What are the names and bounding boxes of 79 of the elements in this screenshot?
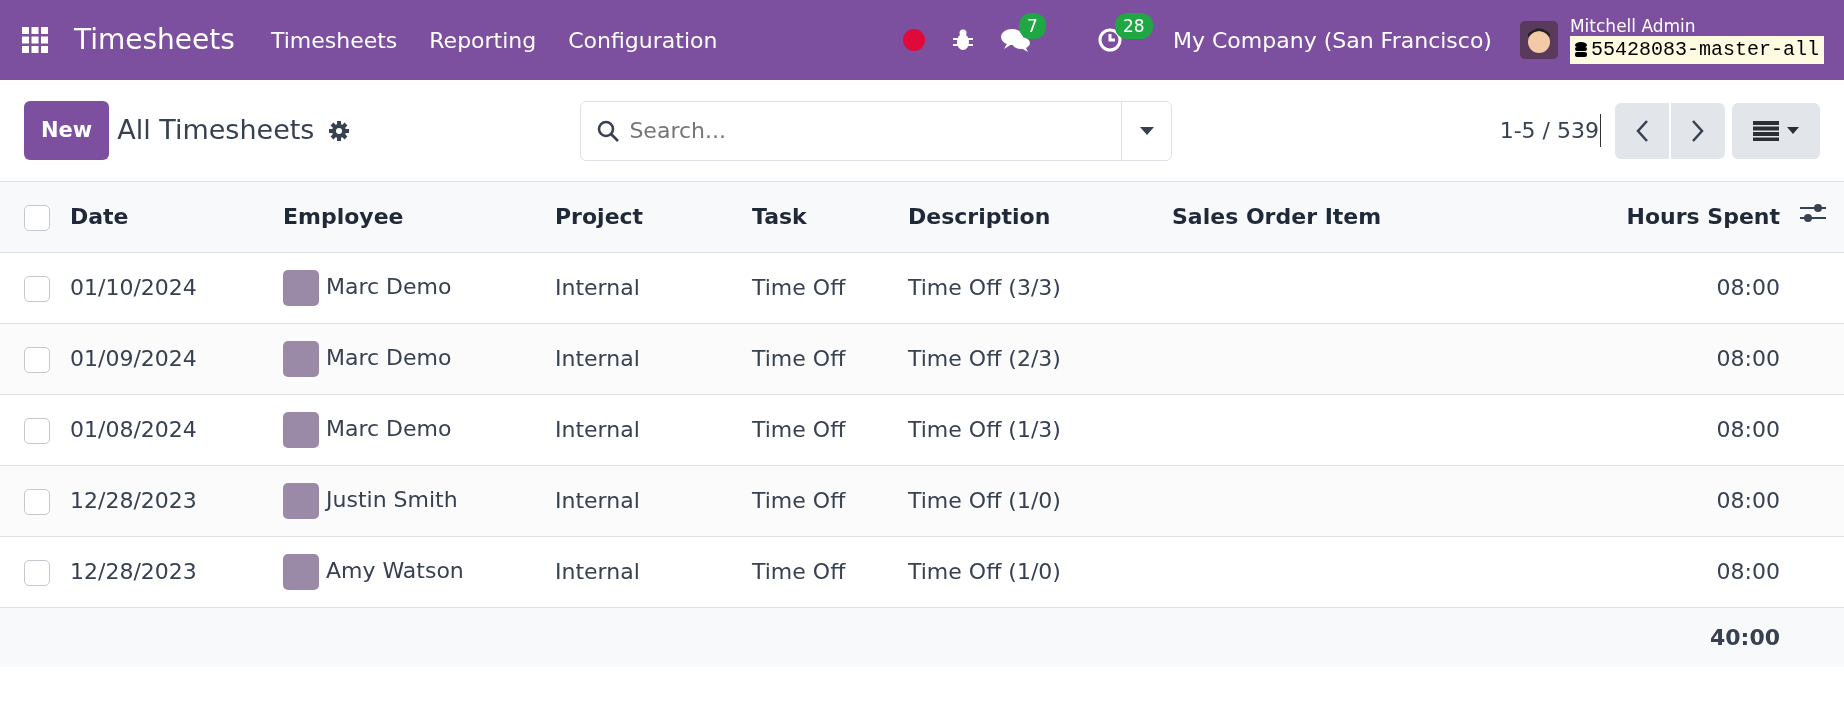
search-bar[interactable]: Search...: [580, 100, 1173, 161]
pager-value[interactable]: 1-5 / 539: [1499, 114, 1601, 147]
table-cell: 12/28/2023: [70, 559, 197, 584]
table-cell: 08:00: [1716, 488, 1780, 513]
bug-icon[interactable]: [953, 29, 973, 51]
menu-item[interactable]: Configuration: [568, 23, 718, 57]
checkbox[interactable]: [24, 205, 50, 232]
database-name: 55428083-master-all: [1569, 36, 1824, 64]
photo-placeholder: [283, 482, 319, 519]
checkbox[interactable]: [24, 276, 50, 302]
table-cell: 01/10/2024: [70, 275, 197, 300]
table-cell: 08:00: [1716, 346, 1780, 371]
next-button[interactable]: [1671, 102, 1725, 159]
table-cell: Time Off (1/3): [908, 417, 1061, 442]
table-cell: Internal: [555, 417, 640, 442]
employee-name: Marc Demo: [326, 344, 452, 370]
column-header[interactable]: Sales Order Item: [1162, 182, 1520, 252]
column-header[interactable]: Date: [60, 182, 273, 252]
table-cell: Internal: [555, 559, 640, 584]
table-cell: 08:00: [1716, 559, 1780, 584]
table-cell: Time Off: [752, 417, 846, 442]
list-view-icon: [1753, 120, 1779, 141]
view-switcher-button[interactable]: [1732, 102, 1820, 159]
count-badge: 28: [1115, 13, 1153, 39]
column-header[interactable]: Hours Spent: [1519, 182, 1790, 252]
table-cell: Time Off (1/0): [908, 488, 1061, 513]
table-cell: 01/09/2024: [70, 346, 197, 371]
photo-placeholder: [283, 340, 319, 377]
table-cell: Internal: [555, 275, 640, 300]
new-button[interactable]: New: [24, 100, 110, 161]
table-cell: Time Off (1/0): [908, 559, 1061, 584]
employee-name: Marc Demo: [326, 273, 452, 299]
table-cell: Time Off: [752, 346, 846, 371]
settings-icon[interactable]: [328, 119, 351, 142]
chevron-left-icon: [1635, 118, 1649, 143]
total-hours: 40:00: [1709, 624, 1780, 650]
chevron-right-icon: [1691, 118, 1705, 143]
table-cell: Time Off (2/3): [908, 346, 1061, 371]
app-name[interactable]: Timesheets: [74, 19, 235, 61]
table-cell: Time Off: [752, 488, 846, 513]
menu-item[interactable]: Timesheets: [270, 23, 398, 57]
database-icon: [1574, 42, 1587, 58]
employee-name: Amy Watson: [326, 557, 464, 583]
photo-placeholder: [283, 553, 319, 590]
employee-name: Justin Smith: [326, 486, 458, 512]
table-cell: 08:00: [1716, 275, 1780, 300]
table-cell: Time Off: [752, 559, 846, 584]
company-name[interactable]: My Company (San Francisco): [1173, 23, 1492, 57]
optional-columns-icon[interactable]: [1800, 202, 1826, 225]
column-header[interactable]: Description: [898, 182, 1162, 252]
column-header[interactable]: Task: [742, 182, 898, 252]
caret-icon: [1787, 127, 1799, 134]
search-icon: [597, 119, 620, 142]
clock-icon[interactable]: [1097, 27, 1123, 53]
column-header[interactable]: Employee: [273, 182, 545, 252]
user-name[interactable]: Mitchell Admin: [1569, 16, 1824, 36]
table-cell: 08:00: [1716, 417, 1780, 442]
checkbox[interactable]: [24, 418, 50, 444]
table-cell: Internal: [555, 488, 640, 513]
checkbox[interactable]: [24, 489, 50, 515]
table-cell: Time Off (3/3): [908, 275, 1061, 300]
search-field[interactable]: Search...: [619, 113, 1122, 148]
record-dot-icon[interactable]: [903, 29, 925, 51]
table-cell: Internal: [555, 346, 640, 371]
photo-placeholder: [283, 411, 319, 448]
checkbox[interactable]: [24, 347, 50, 373]
table-cell: 01/08/2024: [70, 417, 197, 442]
count-badge: 7: [1019, 13, 1046, 39]
table-cell: 12/28/2023: [70, 488, 197, 513]
user-avatar[interactable]: [1519, 21, 1558, 59]
menu-item[interactable]: Reporting: [429, 23, 537, 57]
page-title: All Timesheets: [117, 113, 315, 148]
previous-button[interactable]: [1615, 102, 1669, 159]
column-header[interactable]: Project: [545, 182, 742, 252]
employee-name: Marc Demo: [326, 415, 452, 441]
table-cell: Time Off: [752, 275, 846, 300]
apps-menu-icon[interactable]: [22, 27, 48, 53]
photo-placeholder: [283, 269, 319, 306]
checkbox[interactable]: [24, 560, 50, 586]
